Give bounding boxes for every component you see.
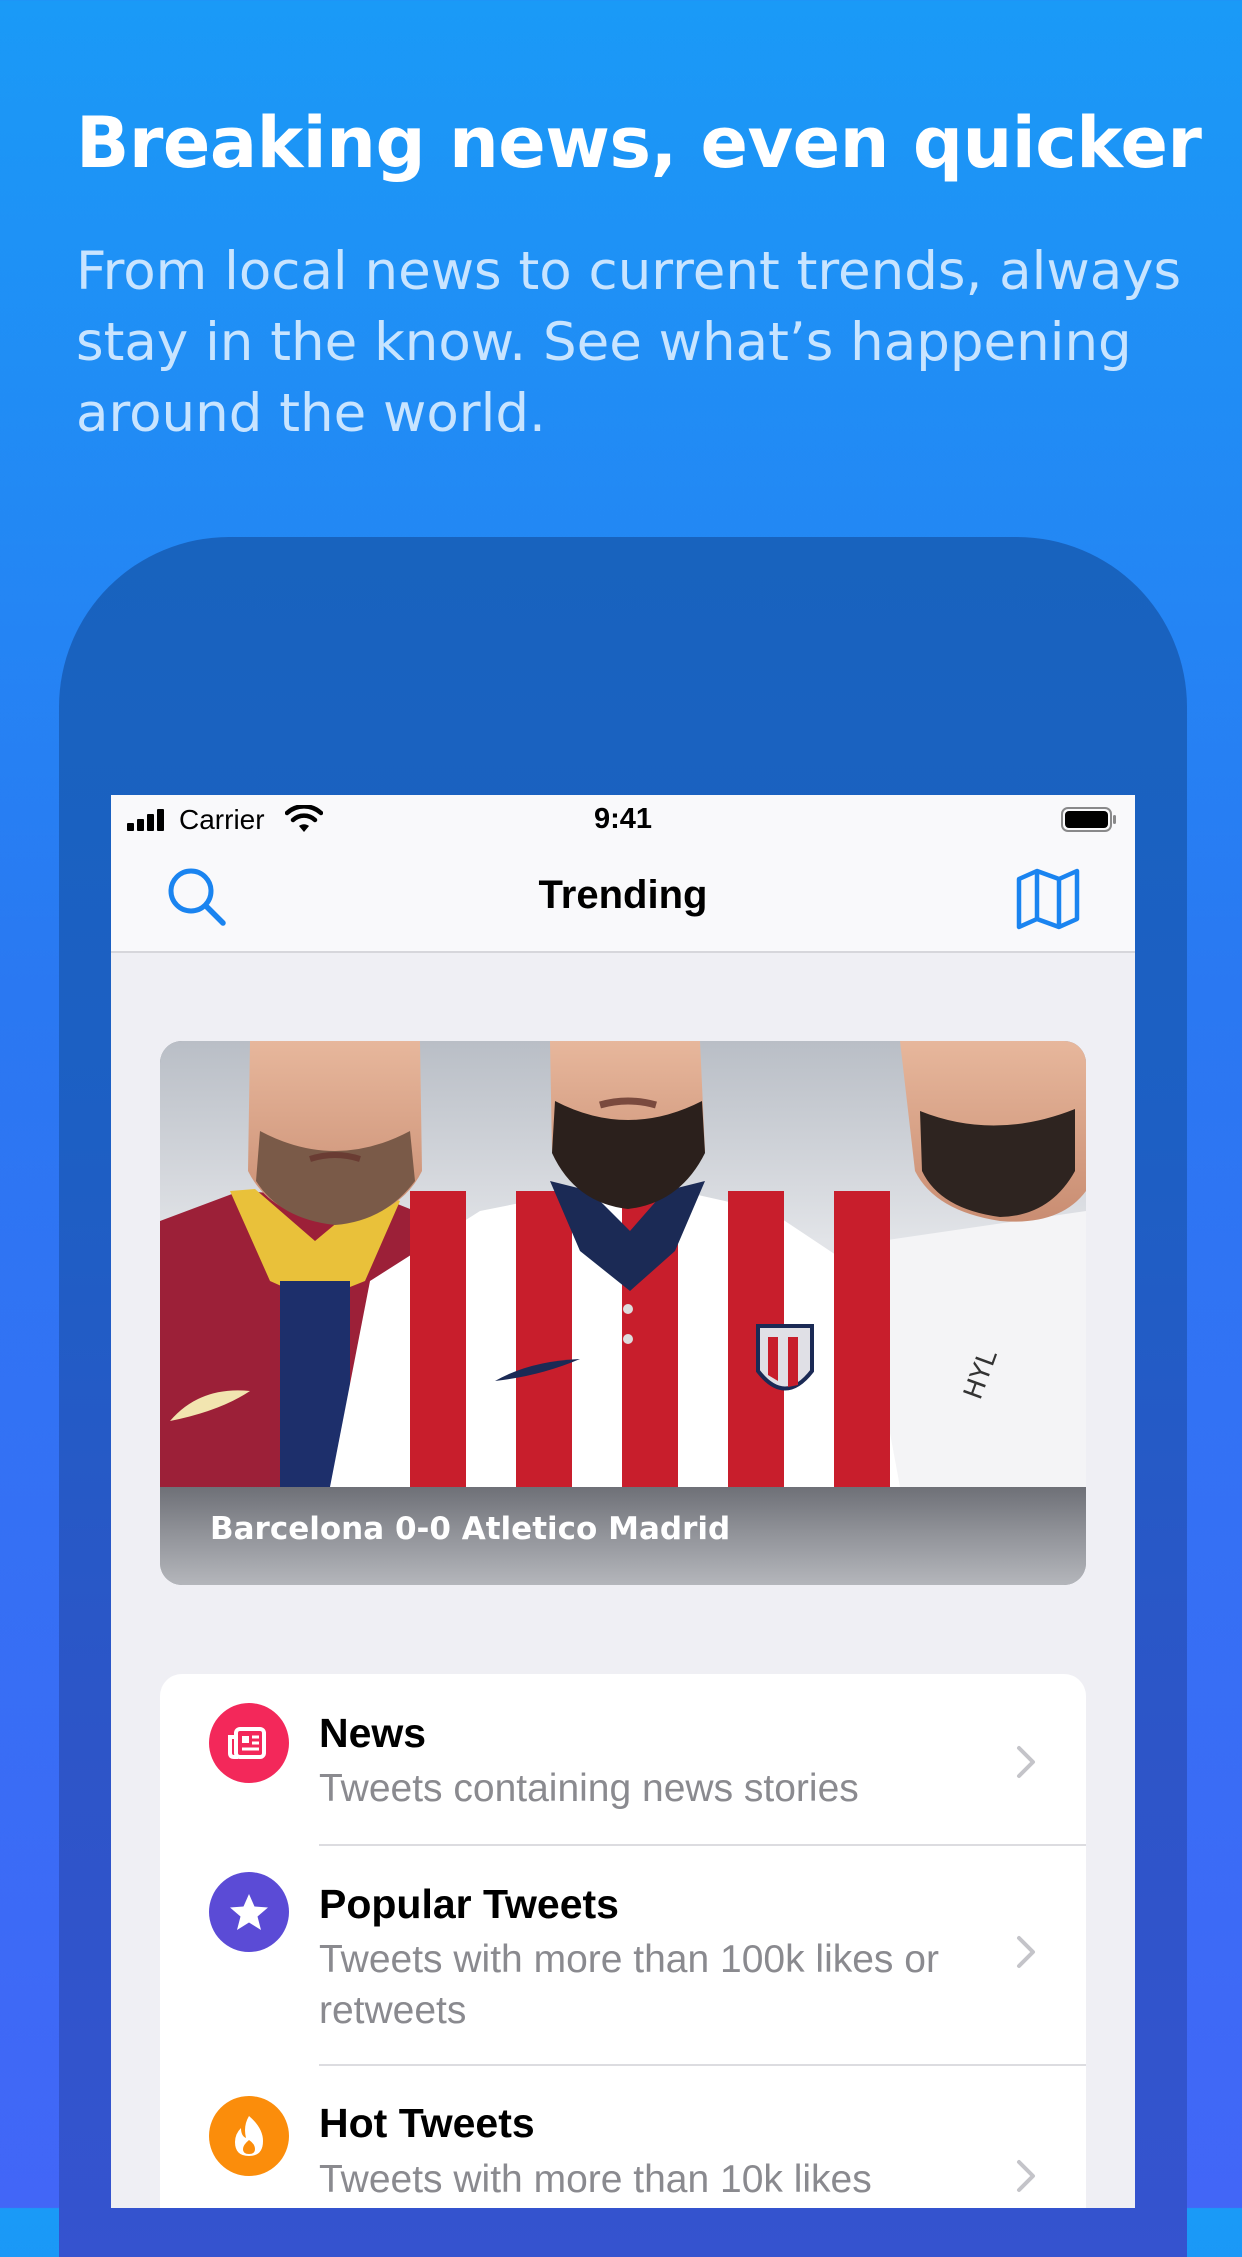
status-bar: Carrier 9:41 <box>111 795 1135 845</box>
list-item-title: Popular Tweets <box>319 1881 619 1927</box>
list-item-subtitle: Tweets with more than 10k likes <box>319 2158 872 2201</box>
flame-icon <box>209 2096 289 2176</box>
newspaper-icon <box>209 1703 289 1783</box>
list-item-subtitle: Tweets containing news stories <box>319 1767 859 1810</box>
list-item-subtitle: Tweets with more than 100k likes or retw… <box>319 1938 939 2032</box>
phone-screen: Carrier 9:41 Trending HYL Barcelona 0-0 … <box>111 795 1135 2208</box>
chevron-right-icon <box>1017 1936 1035 1968</box>
star-icon <box>209 1872 289 1952</box>
promo-subhead: From local news to current trends, alway… <box>76 241 1182 444</box>
chevron-right-icon <box>1017 2160 1035 2192</box>
featured-trend-card[interactable]: HYL Barcelona 0-0 Atletico Madrid <box>160 1041 1086 1585</box>
football-players-image: HYL <box>160 1041 1086 1487</box>
list-item-title: Hot Tweets <box>319 2100 535 2146</box>
list-item-news[interactable]: News Tweets containing news stories <box>160 1674 1086 1844</box>
map-icon[interactable] <box>1015 867 1081 931</box>
trend-categories-list: News Tweets containing news stories Popu… <box>160 1674 1086 2208</box>
list-item-popular-tweets[interactable]: Popular Tweets Tweets with more than 100… <box>160 1846 1086 2064</box>
list-item-title: News <box>319 1710 427 1756</box>
status-time: 9:41 <box>593 803 653 835</box>
navigation-bar: Trending <box>111 845 1135 953</box>
featured-trend-title: Barcelona 0-0 Atletico Madrid <box>210 1511 731 1547</box>
chevron-right-icon <box>1017 1746 1035 1778</box>
featured-caption-bar: Barcelona 0-0 Atletico Madrid <box>160 1487 1086 1585</box>
page-title: Trending <box>538 873 708 917</box>
battery-icon <box>1061 807 1116 832</box>
promo-headline: Breaking news, even quicker <box>76 102 1202 184</box>
list-item-hot-tweets[interactable]: Hot Tweets Tweets with more than 10k lik… <box>160 2066 1086 2208</box>
